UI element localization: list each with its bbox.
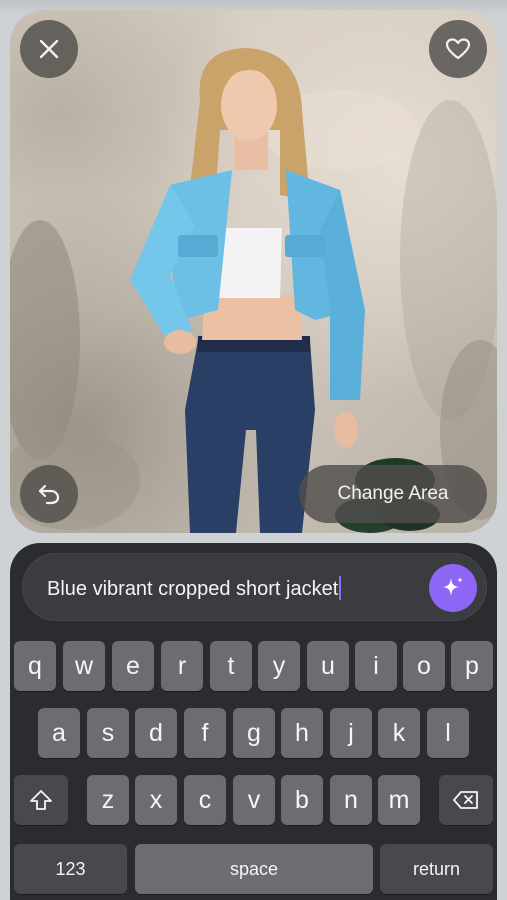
shift-icon — [30, 790, 52, 810]
return-key[interactable]: return — [380, 844, 493, 894]
person-photo — [10, 48, 497, 533]
prompt-input[interactable]: Blue vibrant cropped short jacket — [22, 553, 487, 621]
change-area-label: Change Area — [337, 483, 449, 504]
key-v[interactable]: v — [233, 775, 275, 825]
key-s[interactable]: s — [87, 708, 129, 758]
close-button[interactable] — [20, 20, 78, 78]
key-z[interactable]: z — [87, 775, 129, 825]
text-caret — [339, 576, 342, 600]
undo-button[interactable] — [20, 465, 78, 523]
key-a[interactable]: a — [38, 708, 80, 758]
key-u[interactable]: u — [307, 641, 349, 691]
generate-button[interactable] — [429, 564, 477, 612]
key-b[interactable]: b — [281, 775, 323, 825]
key-x[interactable]: x — [135, 775, 177, 825]
key-f[interactable]: f — [184, 708, 226, 758]
key-q[interactable]: q — [14, 641, 56, 691]
key-p[interactable]: p — [451, 641, 493, 691]
backspace-icon — [453, 791, 478, 809]
key-e[interactable]: e — [112, 641, 154, 691]
sparkle-icon — [443, 577, 463, 596]
keyboard: q w e r t y u i o p a s d f g h j k l z … — [10, 632, 497, 900]
prompt-text-row: Blue vibrant cropped short jacket — [47, 576, 342, 601]
key-d[interactable]: d — [135, 708, 177, 758]
key-r[interactable]: r — [161, 641, 203, 691]
favorite-button[interactable] — [429, 20, 487, 78]
key-w[interactable]: w — [63, 641, 105, 691]
undo-icon — [38, 484, 60, 505]
key-m[interactable]: m — [378, 775, 420, 825]
numbers-key[interactable]: 123 — [14, 844, 127, 894]
key-k[interactable]: k — [378, 708, 420, 758]
prompt-text: Blue vibrant cropped short jacket — [47, 578, 339, 600]
key-j[interactable]: j — [330, 708, 372, 758]
key-i[interactable]: i — [355, 641, 397, 691]
key-t[interactable]: t — [210, 641, 252, 691]
photo-preview: Change Area — [10, 10, 497, 533]
heart-icon — [445, 38, 471, 60]
close-icon — [39, 39, 59, 59]
key-c[interactable]: c — [184, 775, 226, 825]
key-n[interactable]: n — [330, 775, 372, 825]
delete-key[interactable] — [439, 775, 493, 825]
shift-key[interactable] — [14, 775, 68, 825]
key-o[interactable]: o — [403, 641, 445, 691]
change-area-button[interactable]: Change Area — [299, 465, 487, 523]
space-key[interactable]: space — [135, 844, 373, 894]
key-y[interactable]: y — [258, 641, 300, 691]
key-g[interactable]: g — [233, 708, 275, 758]
key-h[interactable]: h — [281, 708, 323, 758]
key-l[interactable]: l — [427, 708, 469, 758]
